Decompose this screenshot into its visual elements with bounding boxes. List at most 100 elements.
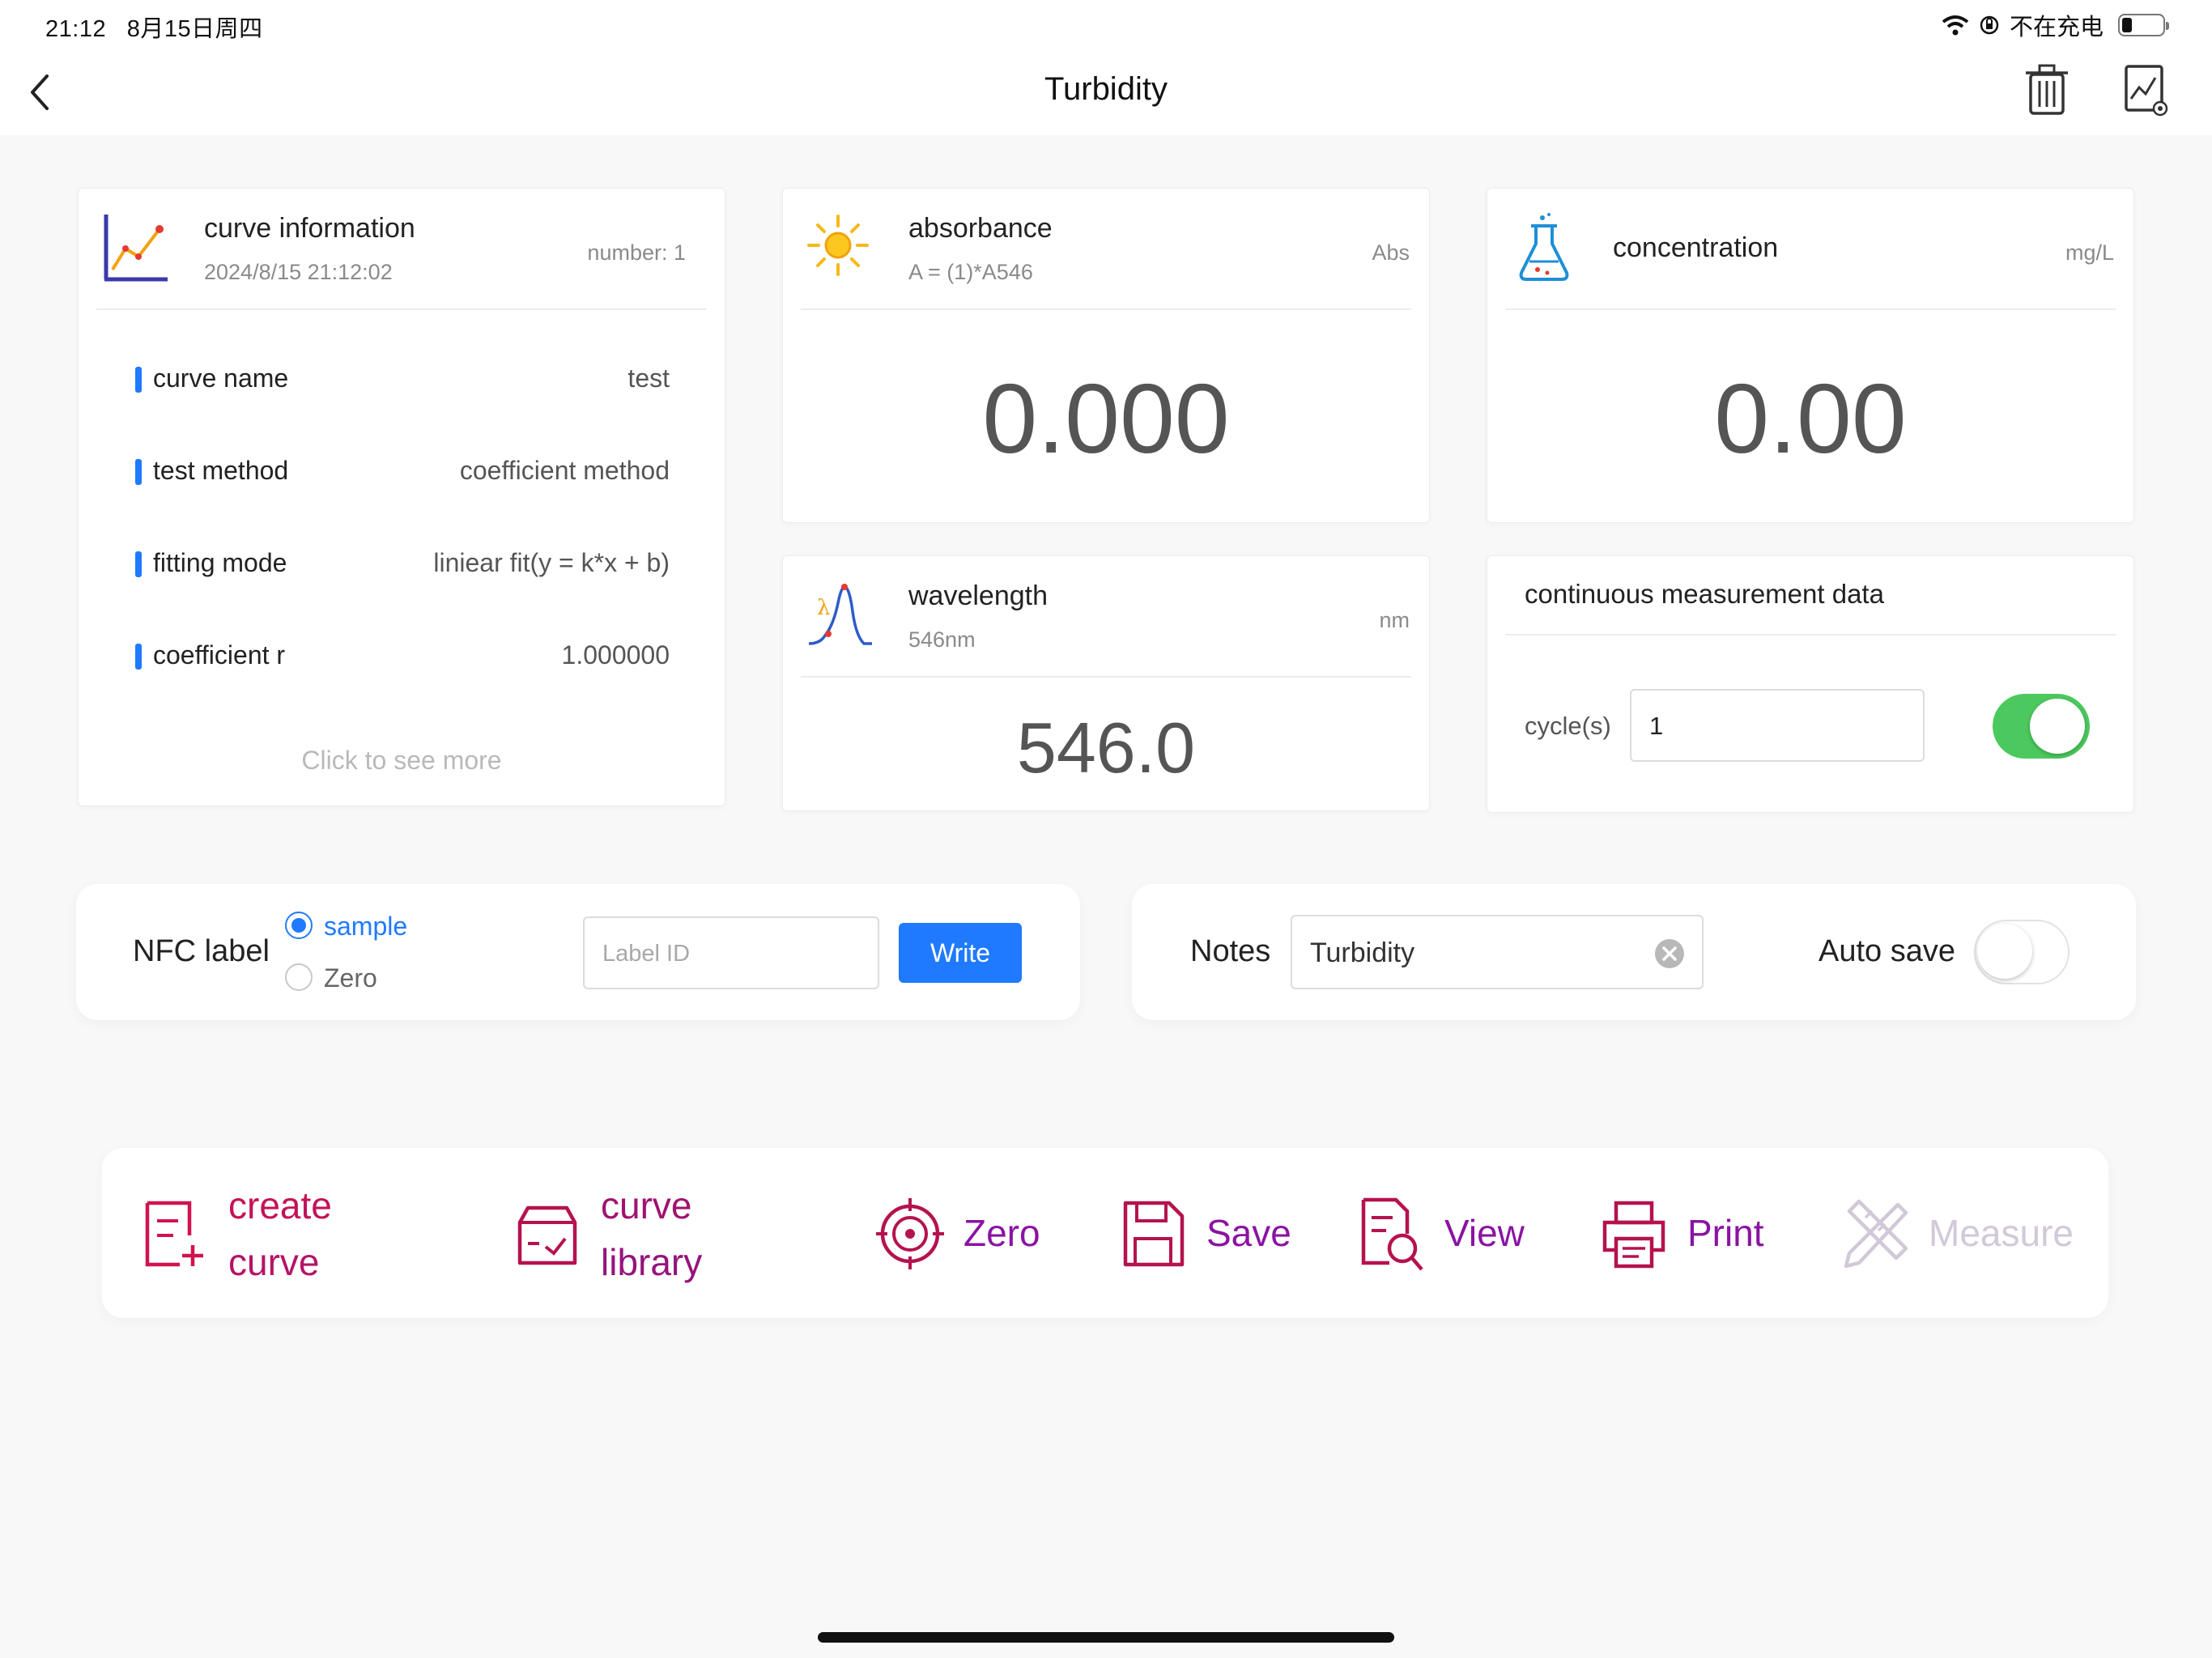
autosave-label: Auto save [1819,934,1955,968]
row-marker [135,459,142,485]
create-curve-label-2: curve [228,1241,320,1283]
flask-icon [1519,213,1569,281]
cycles-label: cycle(s) [1525,712,1611,740]
svg-text:λ: λ [817,596,830,620]
concentration-title: concentration [1613,232,1779,263]
info-row-test-method: test method coefficient method [135,456,670,488]
wavelength-title: wavelength [908,580,1049,611]
row-marker [135,367,142,393]
row-value: test [627,363,670,393]
nfc-panel: NFC label sample Zero Label ID Write [76,884,1080,1020]
continuous-title: continuous measurement data [1525,579,1884,609]
radio-zero[interactable] [285,963,313,991]
action-bar: create curve curve library Zero Save Vie… [102,1148,2108,1318]
curve-library-button[interactable]: curve library [513,1177,756,1290]
curve-info-card[interactable]: curve information 2024/8/15 21:12:02 num… [78,188,725,806]
view-label: View [1444,1212,1525,1254]
status-clock: 21:12 [45,16,107,42]
status-date: 8月15日周四 [126,16,263,42]
row-label: curve name [153,363,289,393]
wavelength-peak-icon: λ [808,584,872,645]
curve-info-title: curve information [204,213,415,244]
radio-sample[interactable] [285,912,313,939]
radio-sample-label[interactable]: sample [324,912,407,942]
nfc-label: NFC label [133,934,270,968]
row-value: liniear fit(y = k*x + b) [433,548,670,577]
sun-icon [807,215,869,276]
create-curve-label-1: create [228,1184,332,1226]
status-right: 不在充电 [1942,8,2169,42]
orientation-lock-icon [1980,15,1999,35]
wavelength-header [801,556,1411,678]
write-button[interactable]: Write [899,923,1022,983]
label-id-placeholder: Label ID [602,941,691,967]
cycles-input-value: 1 [1649,712,1664,740]
info-row-fitting-mode: fitting mode liniear fit(y = k*x + b) [135,548,670,580]
trash-icon[interactable] [2024,63,2069,117]
zero-button[interactable]: Zero [876,1177,1054,1290]
home-indicator [818,1632,1394,1643]
page-title: Turbidity [1044,71,1168,107]
wavelength-card: λ wavelength 546nm nm 546.0 [782,555,1430,811]
curve-info-datetime: 2024/8/15 21:12:02 [204,260,393,284]
absorbance-header [801,189,1411,310]
autosave-toggle[interactable] [1974,920,2069,984]
status-time: 21:12 8月15日周四 [45,10,263,44]
see-more-link[interactable]: Click to see more [79,746,725,776]
pencil-ruler-icon [1844,1199,1908,1269]
absorbance-formula: A = (1)*A546 [908,260,1033,284]
concentration-unit: mg/L [2065,240,2114,265]
concentration-header [1505,189,2116,310]
printer-icon [1602,1201,1665,1269]
notes-input-value: Turbidity [1310,937,1415,968]
label-id-input[interactable]: Label ID [583,916,879,989]
measure-label: Measure [1929,1212,2074,1254]
wavelength-value: 546.0 [1016,708,1196,788]
row-label: coefficient r [153,640,286,670]
notes-panel: Notes Turbidity Auto save [1132,884,2136,1020]
battery-icon [2118,14,2169,36]
top-bar: 21:12 8月15日周四 不在充电 Turbidity [0,0,2212,135]
save-label: Save [1206,1212,1291,1254]
radio-zero-label[interactable]: Zero [324,963,377,993]
absorbance-unit: Abs [1372,240,1410,265]
absorbance-title: absorbance [908,213,1053,244]
create-curve-button[interactable]: create curve [141,1177,384,1290]
info-row-curve-name: curve name test [135,363,670,396]
save-button[interactable]: Save [1119,1177,1297,1290]
absorbance-value: 0.000 [982,363,1230,474]
view-button[interactable]: View [1357,1177,1543,1290]
continuous-measurement-card: continuous measurement data cycle(s) 1 [1487,555,2134,813]
wifi-icon [1942,15,1969,36]
wavelength-sub: 546nm [908,627,976,652]
curve-library-label-2: library [601,1241,703,1283]
row-label: fitting mode [153,548,287,577]
row-value: 1.000000 [561,640,670,670]
continuous-toggle[interactable] [1993,694,2090,759]
chart-preview-icon[interactable] [2123,63,2168,117]
wavelength-unit: nm [1379,608,1410,632]
print-label: Print [1687,1212,1764,1254]
row-marker [135,644,142,670]
curve-library-icon [517,1205,577,1265]
clear-icon[interactable] [1653,937,1686,970]
view-document-icon [1361,1197,1423,1271]
save-icon [1123,1201,1185,1267]
curve-library-label-1: curve [601,1184,692,1226]
create-curve-icon [145,1201,203,1267]
measure-button[interactable]: Measure [1841,1177,2084,1290]
notes-label: Notes [1190,934,1271,968]
target-icon [876,1198,944,1269]
cycles-input[interactable]: 1 [1630,689,1925,762]
notes-input[interactable]: Turbidity [1291,915,1704,989]
row-value: coefficient method [459,456,670,485]
row-label: test method [153,456,289,485]
zero-label: Zero [963,1212,1040,1254]
curve-number: number: 1 [587,240,686,265]
concentration-value: 0.00 [1714,363,1907,474]
row-marker [135,551,142,577]
charging-status: 不在充电 [2009,15,2104,40]
print-button[interactable]: Print [1600,1177,1786,1290]
concentration-card: concentration mg/L 0.00 [1487,188,2134,523]
curve-chart-icon [104,215,168,282]
